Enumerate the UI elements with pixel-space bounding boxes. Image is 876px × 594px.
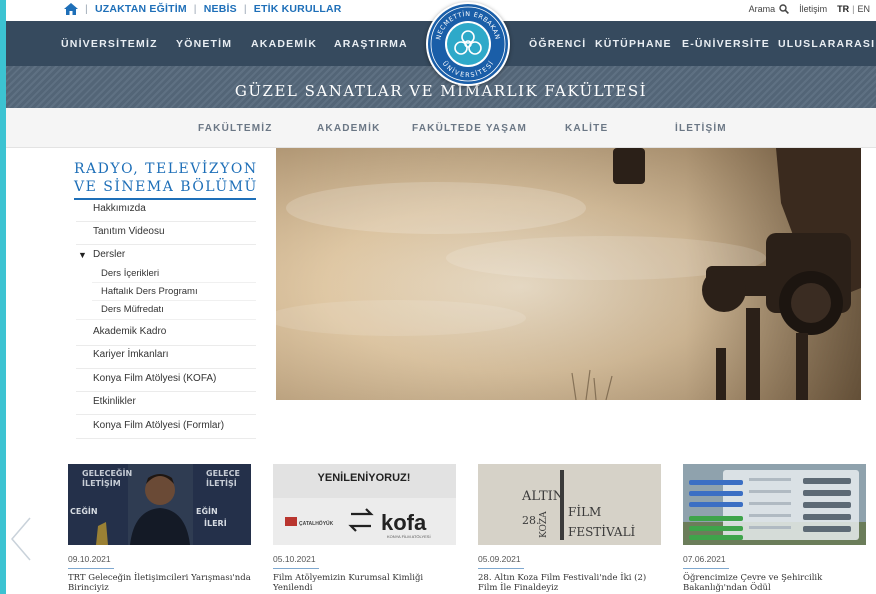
news-title[interactable]: 28. Altın Koza Film Festivali'nde İki (2…: [478, 573, 661, 593]
sidebar-item-tanitim-videosu[interactable]: Tanıtım Videosu: [76, 226, 256, 245]
sidebar-item-akademik-kadro[interactable]: Akademik Kadro: [76, 326, 256, 346]
news-thumb-text: 28.: [522, 514, 540, 527]
news-thumb-text: FESTİVALİ: [568, 524, 636, 539]
subnav-iletisim[interactable]: İLETİŞİM: [675, 123, 727, 134]
news-date: 09.10.2021: [68, 554, 111, 564]
page: | UZAKTAN EĞİTİM | NEBİS | ETİK KURULLAR…: [6, 0, 876, 594]
news-thumb-text: ALTIN: [521, 489, 564, 504]
nav-uluslararasi[interactable]: ULUSLARARASI: [778, 38, 875, 50]
divider: [92, 282, 256, 283]
news-thumbnail[interactable]: GELECEĞİN İLETİŞİM GELECE İLETİŞİ CEĞİN …: [68, 464, 251, 545]
sidebar-item-dersler[interactable]: ▼ Dersler: [76, 249, 256, 263]
news-thumb-text: YENİLENİYORUZ!: [318, 471, 411, 484]
subnav-fakultede-yasam[interactable]: FAKÜLTEDE YAŞAM: [412, 123, 527, 134]
sidebar-item-label: Konya Film Atölyesi (KOFA): [93, 373, 217, 384]
sub-nav: FAKÜLTEMİZ AKADEMİK FAKÜLTEDE YAŞAM KALİ…: [6, 108, 876, 148]
news-thumb-text: GELECE: [206, 469, 240, 478]
nav-akademik[interactable]: AKADEMİK: [251, 38, 317, 50]
lang-tr[interactable]: TR: [837, 4, 849, 14]
news-thumb-text: kofa: [381, 510, 427, 535]
date-underline: [683, 568, 729, 569]
news-thumb-text: KONYA FİLM ATÖLYESİ: [387, 534, 431, 539]
separator: |: [85, 3, 88, 15]
news-thumbnail[interactable]: [683, 464, 866, 545]
nav-kutuphane[interactable]: KÜTÜPHANE: [595, 38, 672, 50]
news-date: 05.09.2021: [478, 554, 521, 564]
sidebar-item-label: Kariyer İmkanları: [93, 349, 169, 360]
nav-yonetim[interactable]: YÖNETİM: [176, 38, 232, 50]
department-title: RADYO, TELEVİZYON VE SİNEMA BÖLÜMÜ: [74, 160, 256, 200]
sidebar-item-kofa[interactable]: Konya Film Atölyesi (KOFA): [76, 373, 256, 392]
news-thumb-text: EĞİN: [196, 505, 218, 516]
news-thumb-text: İLETİŞİM: [82, 478, 121, 488]
news-thumb-text: İLETİŞİ: [206, 478, 237, 488]
logo-emblem: NECMETTİN ERBAKAN ÜNİVERSİTESİ: [428, 4, 508, 84]
news-thumbnail[interactable]: ALTIN 28. KOZA FİLM FESTİVALİ: [478, 464, 661, 545]
nav-arastirma[interactable]: ARAŞTIRMA: [334, 38, 408, 50]
date-underline: [68, 568, 114, 569]
news-thumb-text: FİLM: [568, 504, 601, 519]
hero-image: [276, 148, 861, 400]
link-distance-education[interactable]: UZAKTAN EĞİTİM: [95, 3, 187, 15]
news-card[interactable]: 07.06.2021 Öğrencimize Çevre ve Şehircil…: [683, 464, 866, 593]
university-logo[interactable]: NECMETTİN ERBAKAN ÜNİVERSİTESİ: [426, 2, 510, 86]
news-thumb-text: ÇATALHÖYÜK: [299, 520, 334, 527]
lang-en[interactable]: EN: [857, 4, 870, 14]
news-date: 07.06.2021: [683, 554, 726, 564]
news-thumb-text: İLERİ: [204, 518, 227, 528]
news-card[interactable]: GELECEĞİN İLETİŞİM GELECE İLETİŞİ CEĞİN …: [68, 464, 251, 593]
department-title-line2: VE SİNEMA BÖLÜMÜ: [74, 179, 258, 195]
divider: [92, 300, 256, 301]
news-card[interactable]: YENİLENİYORUZ! ÇATALHÖYÜK kofa KONYA FİL…: [273, 464, 456, 593]
sidebar-item-etkinlikler[interactable]: Etkinlikler: [76, 396, 256, 415]
search-icon[interactable]: [779, 4, 790, 14]
separator: |: [243, 3, 247, 15]
sidebar-item-label: Akademik Kadro: [93, 326, 167, 337]
sidebar-item-label: Etkinlikler: [93, 396, 136, 407]
contact-link[interactable]: İletişim: [799, 4, 827, 14]
date-underline: [478, 568, 524, 569]
nav-ogrenci[interactable]: ÖĞRENCİ: [529, 38, 586, 50]
sidebar-item-label: Tanıtım Videosu: [93, 226, 165, 237]
department-title-line1: RADYO, TELEVİZYON: [74, 161, 258, 177]
sidebar-item-label: Konya Film Atölyesi (Formlar): [93, 420, 225, 431]
subnav-fakultemiz[interactable]: FAKÜLTEMİZ: [198, 123, 273, 134]
news-thumbnail[interactable]: YENİLENİYORUZ! ÇATALHÖYÜK kofa KONYA FİL…: [273, 464, 456, 545]
news-date: 05.10.2021: [273, 554, 316, 564]
search-label[interactable]: Arama: [749, 4, 776, 14]
news-thumb-text: KOZA: [539, 511, 549, 538]
separator: |: [193, 3, 197, 15]
sidebar-item-kariyer[interactable]: Kariyer İmkanları: [76, 349, 256, 369]
news-card[interactable]: ALTIN 28. KOZA FİLM FESTİVALİ 05.09.2021…: [478, 464, 661, 593]
subnav-akademik[interactable]: AKADEMİK: [317, 123, 381, 134]
news-thumb-text: GELECEĞİN: [82, 467, 132, 478]
link-ethics-committees[interactable]: ETİK KURULLAR: [254, 3, 342, 15]
news-title[interactable]: Film Atölyemizin Kurumsal Kimliği Yenile…: [273, 573, 456, 593]
expand-triangle-icon[interactable]: ▼: [78, 250, 87, 260]
sidebar-item-label: Dersler: [93, 249, 126, 260]
news-thumb-text: CEĞİN: [70, 505, 98, 516]
lang-separator: |: [852, 4, 855, 14]
date-underline: [273, 568, 319, 569]
sidebar-subitem-ders-icerikleri[interactable]: Ders İçerikleri: [101, 268, 159, 279]
carousel-prev-arrow-icon[interactable]: [8, 516, 34, 562]
nav-e-universite[interactable]: E-ÜNİVERSİTE: [682, 38, 770, 50]
divider: [76, 319, 256, 320]
sidebar-item-label: Hakkımızda: [93, 203, 146, 214]
subnav-kalite[interactable]: KALİTE: [565, 123, 608, 134]
news-title[interactable]: Öğrencimize Çevre ve Şehircilik Bakanlığ…: [683, 573, 866, 593]
sidebar-subitem-haftalik-program[interactable]: Haftalık Ders Programı: [101, 286, 198, 297]
nav-universitemiz[interactable]: ÜNİVERSİTEMİZ: [61, 38, 158, 50]
news-title[interactable]: TRT Geleceğin İletişimcileri Yarışması'n…: [68, 573, 251, 593]
link-nebis[interactable]: NEBİS: [204, 3, 237, 15]
home-icon[interactable]: [64, 3, 78, 15]
sidebar-subitem-ders-mufredati[interactable]: Ders Müfredatı: [101, 304, 164, 315]
sidebar-item-kofa-formlar[interactable]: Konya Film Atölyesi (Formlar): [76, 420, 256, 439]
sidebar-item-hakkimizda[interactable]: Hakkımızda: [76, 203, 256, 222]
